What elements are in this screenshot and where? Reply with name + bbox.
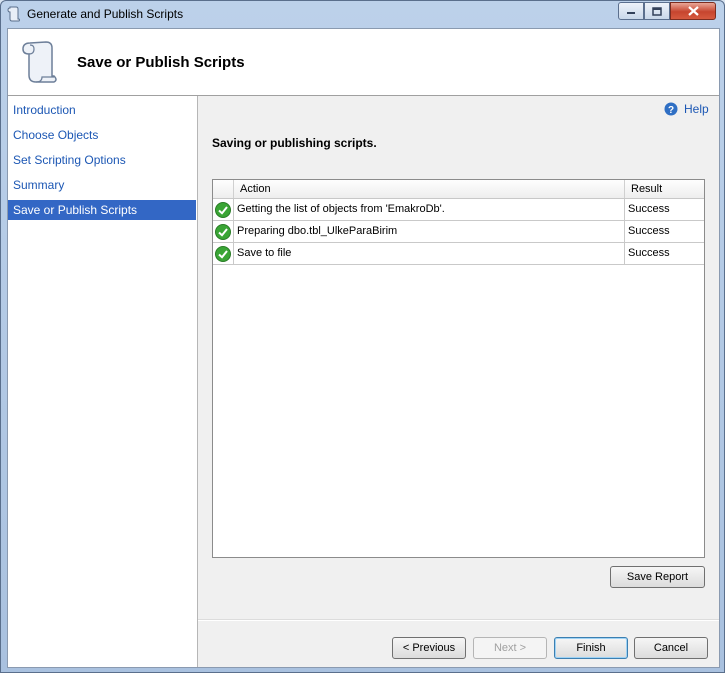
window-title: Generate and Publish Scripts	[27, 7, 184, 21]
maximize-button[interactable]	[644, 2, 670, 20]
title-bar[interactable]: Generate and Publish Scripts	[1, 1, 724, 27]
success-check-icon	[215, 223, 231, 240]
footer-divider	[198, 619, 719, 621]
save-report-button[interactable]: Save Report	[610, 566, 705, 588]
row-icon-cell	[213, 243, 234, 264]
status-heading: Saving or publishing scripts.	[212, 136, 377, 150]
close-icon	[687, 6, 699, 16]
row-result: Success	[628, 247, 670, 259]
success-check-icon	[215, 245, 231, 262]
success-check-icon	[215, 201, 231, 218]
cancel-button[interactable]: Cancel	[634, 637, 708, 659]
wizard-window: Generate and Publish Scripts Save or Pub…	[0, 0, 725, 673]
minimize-icon	[627, 12, 635, 14]
finish-button[interactable]: Finish	[554, 637, 628, 659]
maximize-icon	[652, 6, 662, 16]
grid-header: Action Result	[213, 180, 704, 199]
row-icon-cell	[213, 221, 234, 242]
column-header-result[interactable]: Result	[625, 180, 704, 198]
scroll-app-icon	[7, 6, 20, 22]
nav-item-introduction[interactable]: Introduction	[8, 100, 196, 120]
table-row[interactable]: Getting the list of objects from 'Emakro…	[213, 199, 704, 221]
help-label: Help	[684, 102, 709, 116]
previous-button[interactable]: < Previous	[392, 637, 466, 659]
row-icon-cell	[213, 199, 234, 220]
nav-item-set-scripting-options[interactable]: Set Scripting Options	[8, 150, 196, 170]
help-link[interactable]: ? Help	[664, 102, 709, 116]
nav-item-save-or-publish-scripts[interactable]: Save or Publish Scripts	[8, 200, 196, 220]
column-header-icon	[213, 180, 234, 198]
help-icon: ?	[664, 102, 678, 116]
column-header-action[interactable]: Action	[234, 180, 625, 198]
svg-text:?: ?	[668, 105, 674, 116]
scroll-icon	[22, 41, 57, 83]
table-row[interactable]: Save to file Success	[213, 243, 704, 265]
table-row[interactable]: Preparing dbo.tbl_UlkeParaBirim Success	[213, 221, 704, 243]
row-result: Success	[628, 203, 670, 215]
results-grid[interactable]: Action Result Getting the list of object…	[212, 179, 705, 558]
wizard-nav: Introduction Choose Objects Set Scriptin…	[8, 96, 198, 667]
row-action: Preparing dbo.tbl_UlkeParaBirim	[234, 221, 625, 242]
nav-item-choose-objects[interactable]: Choose Objects	[8, 125, 196, 145]
minimize-button[interactable]	[618, 2, 644, 20]
close-button[interactable]	[670, 2, 716, 20]
row-action: Save to file	[234, 243, 625, 264]
wizard-header: Save or Publish Scripts	[8, 29, 719, 96]
row-action: Getting the list of objects from 'Emakro…	[234, 199, 625, 220]
row-result: Success	[628, 225, 670, 237]
page-title: Save or Publish Scripts	[77, 54, 245, 71]
nav-item-summary[interactable]: Summary	[8, 175, 196, 195]
wizard-client-area: Save or Publish Scripts Introduction Cho…	[7, 28, 720, 668]
next-button[interactable]: Next >	[473, 637, 547, 659]
